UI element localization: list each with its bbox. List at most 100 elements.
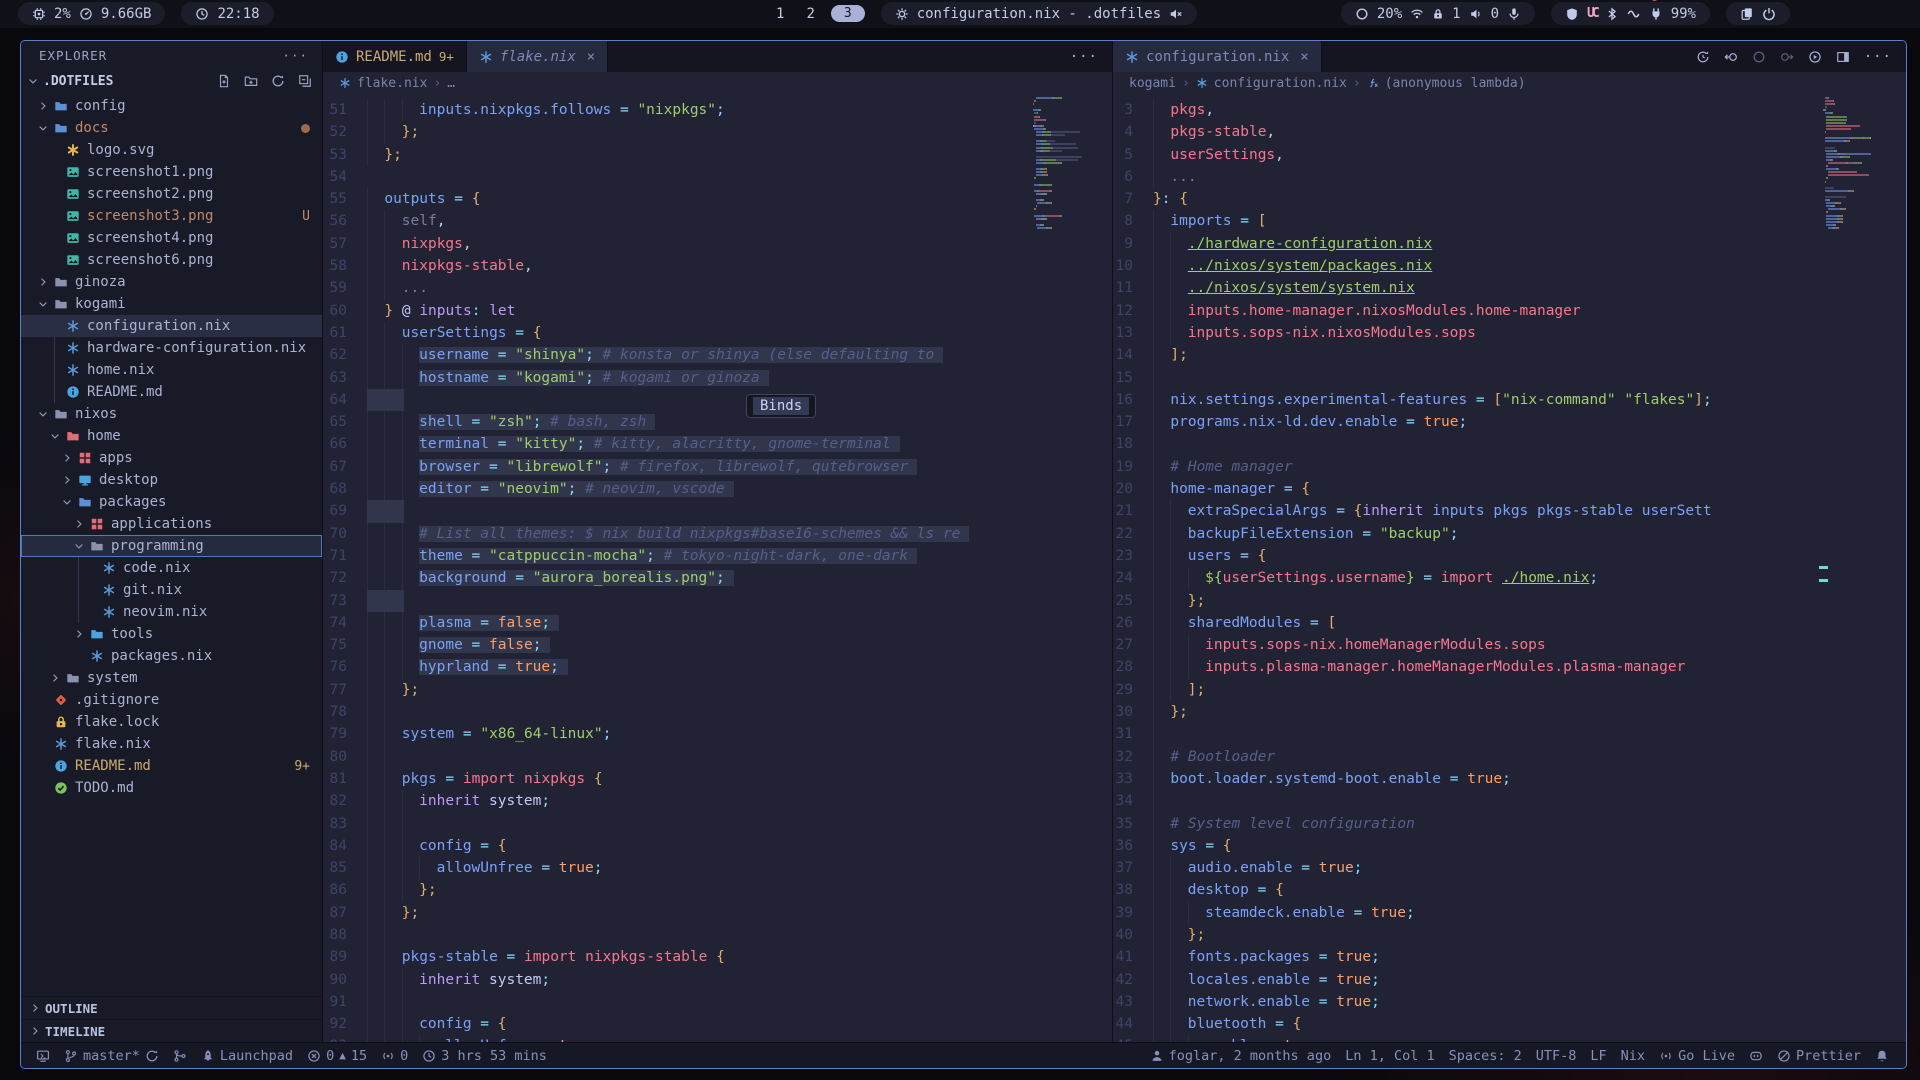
tree-item-screenshot6-png[interactable]: screenshot6.png (21, 249, 322, 271)
launchpad-item[interactable]: Launchpad (201, 1048, 293, 1064)
tree-item-flake-nix[interactable]: flake.nix (21, 733, 322, 755)
code-line-69[interactable]: 69 (323, 500, 1112, 522)
code-line-42[interactable]: 42locales.enable = true; (1113, 969, 1906, 991)
tree-item-packages-nix[interactable]: packages.nix (21, 645, 322, 667)
breadcrumb-symbol[interactable]: (anonymous lambda) (1385, 76, 1526, 91)
tree-item-tools[interactable]: tools (21, 623, 322, 645)
code-line-91[interactable]: 91 (323, 991, 1112, 1013)
tree-item-kogami[interactable]: kogami (21, 293, 322, 315)
code-line-32[interactable]: 32# Bootloader (1113, 746, 1906, 768)
sync-icon[interactable] (145, 1049, 159, 1063)
vpn-shield-icon[interactable] (1565, 7, 1579, 21)
code-line-15[interactable]: 15 (1113, 367, 1906, 389)
indentation[interactable]: Spaces: 2 (1449, 1048, 1522, 1064)
code-line-54[interactable]: 54 (323, 166, 1112, 188)
copilot-item[interactable] (1749, 1049, 1763, 1063)
power-icon[interactable] (1762, 7, 1776, 21)
encoding[interactable]: UTF-8 (1536, 1048, 1577, 1064)
code-line-78[interactable]: 78 (323, 701, 1112, 723)
code-line-31[interactable]: 31 (1113, 723, 1906, 745)
code-line-25[interactable]: 25}; (1113, 590, 1906, 612)
code-line-45[interactable]: 45enable = true; (1113, 1035, 1906, 1042)
editor-more-actions-icon[interactable]: ··· (1070, 49, 1098, 65)
code-line-24[interactable]: 24${userSettings.username} = import ./ho… (1113, 567, 1906, 589)
code-line-76[interactable]: 76hyprland = true; (323, 656, 1112, 678)
close-icon[interactable]: × (587, 49, 595, 65)
code-line-41[interactable]: 41fonts.packages = true; (1113, 946, 1906, 968)
tree-item-nixos[interactable]: nixos (21, 403, 322, 425)
code-line-64[interactable]: 64 (323, 389, 1112, 411)
code-line-83[interactable]: 83 (323, 813, 1112, 835)
tree-item-home-nix[interactable]: home.nix (21, 359, 322, 381)
code-line-4[interactable]: 4pkgs-stable, (1113, 121, 1906, 143)
timeline-section[interactable]: TIMELINE (21, 1019, 322, 1042)
minimap[interactable] (1823, 97, 1890, 230)
minimap[interactable] (1031, 97, 1098, 230)
code-line-86[interactable]: 86}; (323, 879, 1112, 901)
tree-item-todo-md[interactable]: TODO.md (21, 777, 322, 799)
code-line-93[interactable]: 93allowUnfree = true; (323, 1035, 1112, 1042)
code-line-21[interactable]: 21extraSpecialArgs = {inherit inputs pkg… (1113, 500, 1906, 522)
breadcrumb[interactable]: kogami › configuration.nix › (anonymous … (1113, 72, 1906, 94)
code-line-35[interactable]: 35# System level configuration (1113, 813, 1906, 835)
tree-item-code-nix[interactable]: code.nix (21, 557, 322, 579)
tree-item-config[interactable]: config (21, 95, 322, 117)
code-line-13[interactable]: 13inputs.sops-nix.nixosModules.sops (1113, 322, 1906, 344)
code-line-11[interactable]: 11../nixos/system/system.nix (1113, 277, 1906, 299)
code-line-61[interactable]: 61userSettings = { (323, 322, 1112, 344)
code-line-53[interactable]: 53}; (323, 144, 1112, 166)
go-live-item[interactable]: Go Live (1659, 1048, 1735, 1064)
problems-item[interactable]: 0 ▲ 15 (307, 1048, 367, 1064)
code-line-74[interactable]: 74plasma = false; (323, 612, 1112, 634)
wave-tray-icon[interactable] (1627, 6, 1641, 22)
tree-item-screenshot4-png[interactable]: screenshot4.png (21, 227, 322, 249)
code-line-60[interactable]: 60} @ inputs: let (323, 300, 1112, 322)
tree-item-apps[interactable]: apps (21, 447, 322, 469)
tree-item-programming[interactable]: programming (21, 535, 322, 557)
code-line-9[interactable]: 9./hardware-configuration.nix (1113, 233, 1906, 255)
code-line-12[interactable]: 12inputs.home-manager.nixosModules.home-… (1113, 300, 1906, 322)
code-line-75[interactable]: 75gnome = false; (323, 634, 1112, 656)
code-line-77[interactable]: 77}; (323, 679, 1112, 701)
code-line-33[interactable]: 33boot.loader.systemd-boot.enable = true… (1113, 768, 1906, 790)
code-line-85[interactable]: 85allowUnfree = true; (323, 857, 1112, 879)
code-line-67[interactable]: 67browser = "librewolf"; # firefox, libr… (323, 456, 1112, 478)
refresh-explorer-icon[interactable] (271, 74, 285, 88)
wifi-icon[interactable] (1410, 7, 1424, 21)
timeline-history-icon[interactable] (1696, 50, 1710, 64)
tree-item-neovim-nix[interactable]: neovim.nix (21, 601, 322, 623)
code-line-3[interactable]: 3pkgs, (1113, 99, 1906, 121)
tab-configuration-nix[interactable]: configuration.nix × (1113, 41, 1322, 72)
explorer-more-icon[interactable]: ··· (282, 48, 308, 63)
code-line-63[interactable]: 63hostname = "kogami"; # kogami or ginoz… (323, 367, 1112, 389)
code-line-16[interactable]: 16nix.settings.experimental-features = [… (1113, 389, 1906, 411)
language-mode[interactable]: Nix (1621, 1048, 1645, 1064)
code-line-23[interactable]: 23users = { (1113, 545, 1906, 567)
code-line-51[interactable]: 51inputs.nixpkgs.follows = "nixpkgs"; (323, 99, 1112, 121)
code-line-87[interactable]: 87}; (323, 902, 1112, 924)
code-line-72[interactable]: 72background = "aurora_borealis.png"; (323, 567, 1112, 589)
code-line-82[interactable]: 82inherit system; (323, 790, 1112, 812)
nav-back-icon[interactable] (1724, 50, 1738, 64)
tree-item-screenshot2-png[interactable]: screenshot2.png (21, 183, 322, 205)
code-line-6[interactable]: 6... (1113, 166, 1906, 188)
breadcrumb-symbol[interactable]: … (447, 76, 455, 91)
tree-item-system[interactable]: system (21, 667, 322, 689)
code-line-70[interactable]: 70# List all themes: $ nix build nixpkgs… (323, 523, 1112, 545)
code-line-26[interactable]: 26sharedModules = [ (1113, 612, 1906, 634)
run-icon[interactable] (1808, 50, 1822, 64)
tree-item-desktop[interactable]: desktop (21, 469, 322, 491)
code-line-10[interactable]: 10../nixos/system/packages.nix (1113, 255, 1906, 277)
code-line-39[interactable]: 39steamdeck.enable = true; (1113, 902, 1906, 924)
tree-item-configuration-nix[interactable]: configuration.nix (21, 315, 322, 337)
code-line-62[interactable]: 62username = "shinya"; # konsta or shiny… (323, 344, 1112, 366)
code-area-configuration[interactable]: 3pkgs,4pkgs-stable,5userSettings,6...7}:… (1113, 94, 1906, 1042)
code-line-57[interactable]: 57nixpkgs, (323, 233, 1112, 255)
code-line-66[interactable]: 66terminal = "kitty"; # kitty, alacritty… (323, 433, 1112, 455)
speaker-muted-icon[interactable] (1169, 7, 1183, 21)
code-line-73[interactable]: 73 (323, 590, 1112, 612)
prettier-item[interactable]: Prettier (1777, 1048, 1861, 1064)
code-line-8[interactable]: 8imports = [ (1113, 210, 1906, 232)
tree-item-readme-md[interactable]: README.md9+ (21, 755, 322, 777)
code-line-92[interactable]: 92config = { (323, 1013, 1112, 1035)
